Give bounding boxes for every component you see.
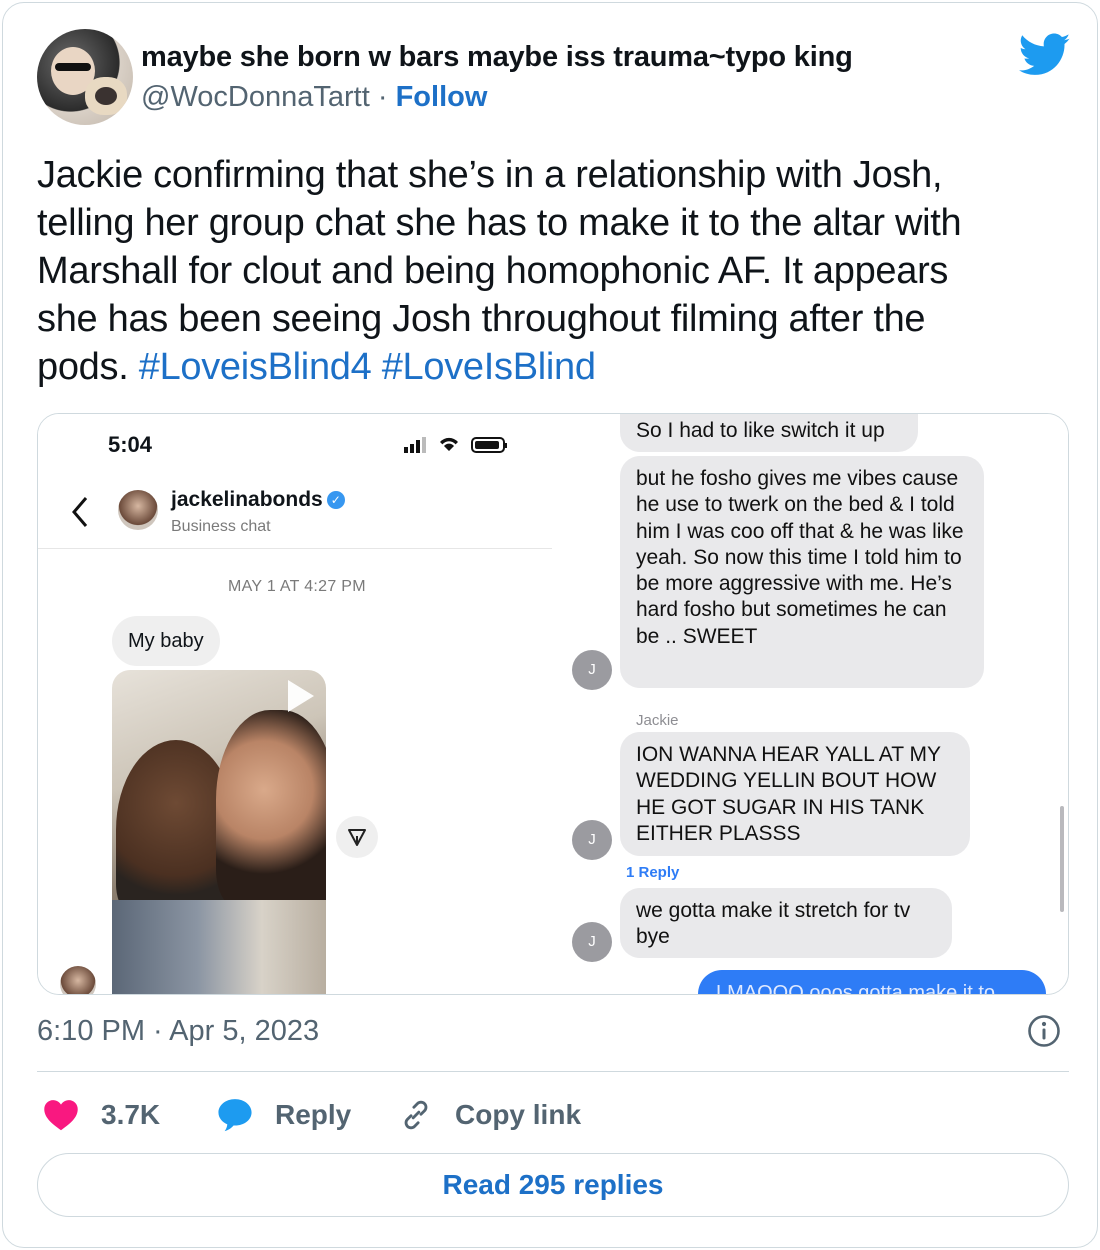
imessage-bubble: but he fosho gives me vibes cause he use…: [620, 456, 984, 688]
scrollbar: [1060, 806, 1064, 912]
like-count: 3.7K: [101, 1099, 161, 1130]
copy-link-label: Copy link: [455, 1099, 582, 1130]
divider: [37, 1071, 1069, 1072]
tweet-timestamp[interactable]: 6:10 PM · Apr 5, 2023: [37, 1015, 319, 1048]
twitter-bird-icon[interactable]: [1019, 33, 1071, 77]
imessage-bubble: So I had to like switch it up: [620, 414, 918, 452]
instagram-screenshot: 5:04 jackelinabonds ✓ Business chat MAY 1…: [38, 414, 586, 994]
tweet-text-line: she has been seeing Josh throughout film…: [37, 298, 926, 340]
photo-clothing: [112, 900, 326, 994]
info-icon[interactable]: [1027, 1014, 1061, 1048]
read-replies-button[interactable]: Read 295 replies: [37, 1153, 1069, 1217]
send-icon[interactable]: [336, 816, 378, 858]
avatar-pug: [85, 77, 127, 115]
author-handle-row: @WocDonnaTartt · Follow: [141, 81, 487, 114]
ig-username[interactable]: jackelinabonds ✓: [171, 488, 345, 512]
follow-link[interactable]: Follow: [396, 81, 488, 113]
status-time: 5:04: [108, 432, 153, 457]
tweet-text: Jackie confirming that she’s in a relati…: [37, 151, 1047, 391]
author-display-name[interactable]: maybe she born w bars maybe iss trauma~t…: [141, 41, 853, 74]
sender-avatar: J: [572, 820, 612, 860]
imessage-bubble: we gotta make it stretch for tv bye: [620, 888, 952, 958]
photo-person-woman: [216, 710, 326, 910]
hashtag-link[interactable]: #LoveIsBlind: [382, 346, 596, 388]
sender-avatar: J: [572, 650, 612, 690]
chevron-left-icon[interactable]: [68, 494, 92, 530]
separator-dot: ·: [377, 81, 388, 113]
tweet-card: maybe she born w bars maybe iss trauma~t…: [2, 2, 1098, 1248]
imessage-outgoing-bubble: LMAOOO ooos gotta make it to: [698, 970, 1046, 994]
tweet-text-line: pods. #LoveisBlind4 #LoveIsBlind: [37, 343, 1047, 391]
tweet-text-line: Marshall for clout and being homophonic …: [37, 250, 949, 292]
heart-icon: [44, 1100, 78, 1131]
speech-bubble-icon: [218, 1099, 252, 1132]
copy-link-button[interactable]: Copy link: [399, 1093, 581, 1137]
tweet-text-tail: pods.: [37, 346, 129, 388]
ig-user-avatar[interactable]: [118, 490, 158, 530]
author-handle[interactable]: @WocDonnaTartt: [141, 81, 370, 113]
tweet-text-line: Jackie confirming that she’s in a relati…: [37, 154, 943, 196]
play-icon[interactable]: [288, 680, 314, 712]
verified-badge-icon: ✓: [326, 491, 345, 509]
imessage-screenshot: So I had to like switch it up but he fos…: [572, 414, 1068, 994]
sender-name-label: Jackie: [636, 712, 679, 729]
hashtag-link[interactable]: #LoveisBlind4: [139, 346, 372, 388]
ig-sender-avatar: [60, 966, 96, 994]
status-icons: [404, 437, 507, 453]
shared-reel-photo[interactable]: [112, 670, 326, 994]
avatar-glasses: [55, 63, 91, 71]
tweet-media[interactable]: 5:04 jackelinabonds ✓ Business chat MAY 1…: [37, 413, 1069, 995]
imessage-bubble: ION WANNA HEAR YALL AT MY WEDDING YELLIN…: [620, 732, 970, 856]
reply-button[interactable]: Reply: [217, 1093, 351, 1137]
author-avatar[interactable]: [37, 29, 133, 125]
thread-reply-count[interactable]: 1 Reply: [626, 864, 679, 881]
like-button[interactable]: 3.7K: [43, 1093, 160, 1137]
ig-chat-subtitle: Business chat: [171, 518, 271, 535]
divider: [38, 548, 552, 549]
ig-message-bubble: My baby: [112, 616, 220, 666]
link-icon: [404, 1100, 428, 1130]
reply-label: Reply: [275, 1099, 352, 1130]
sender-avatar: J: [572, 922, 612, 962]
ig-username-text: jackelinabonds: [171, 488, 323, 511]
tweet-text-line: telling her group chat she has to make i…: [37, 202, 962, 244]
ig-date-label: MAY 1 AT 4:27 PM: [228, 578, 366, 595]
